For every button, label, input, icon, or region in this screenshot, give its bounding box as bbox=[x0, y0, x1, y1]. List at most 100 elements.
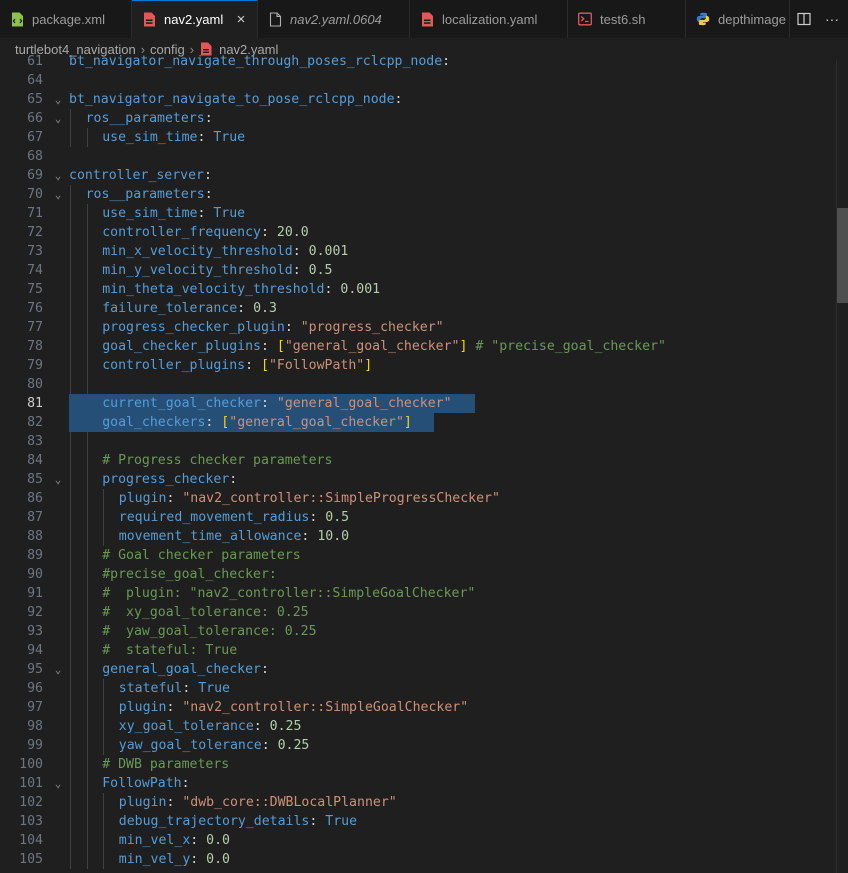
code-line[interactable]: 93 # yaw_goal_tolerance: 0.25 bbox=[0, 622, 836, 641]
tab-nav2-yaml-0604[interactable]: nav2.yaml.0604 bbox=[258, 0, 410, 38]
close-icon[interactable]: × bbox=[233, 12, 249, 28]
code-line[interactable]: 64 bbox=[0, 71, 836, 90]
fold-chevron-icon[interactable]: ⌄ bbox=[52, 109, 64, 128]
indent-guide bbox=[70, 850, 71, 869]
code-token: True bbox=[198, 681, 230, 696]
fold-chevron-icon[interactable]: ⌄ bbox=[52, 774, 64, 793]
code-text: required_movement_radius: 0.5 bbox=[119, 508, 349, 527]
code-line[interactable]: 78 goal_checker_plugins: ["general_goal_c… bbox=[0, 337, 836, 356]
code-text: progress_checker: bbox=[102, 470, 237, 489]
code-line[interactable]: 97 plugin: "nav2_controller::SimpleGoalCh… bbox=[0, 698, 836, 717]
code-line[interactable]: 102 plugin: "dwb_core::DWBLocalPlanner" bbox=[0, 793, 836, 812]
tab-nav2-yaml[interactable]: nav2.yaml × bbox=[132, 0, 258, 38]
code-line[interactable]: 79 controller_plugins: ["FollowPath"] bbox=[0, 356, 836, 375]
code-token: 0.001 bbox=[340, 282, 381, 297]
code-line[interactable]: 88 movement_time_allowance: 10.0 bbox=[0, 527, 836, 546]
code-line[interactable]: 100 # DWB parameters bbox=[0, 755, 836, 774]
split-editor-icon[interactable] bbox=[796, 11, 812, 27]
tab-package-xml[interactable]: package.xml bbox=[0, 0, 132, 38]
tab-depthimage[interactable]: depthimage bbox=[686, 0, 790, 38]
code-token: use_sim_time bbox=[102, 206, 198, 221]
indent-guide bbox=[70, 375, 71, 394]
indent-guide bbox=[70, 109, 71, 128]
code-line[interactable]: 69 ⌄ controller_server: bbox=[0, 166, 836, 185]
code-line[interactable]: 83 bbox=[0, 432, 836, 451]
fold-chevron-icon[interactable]: ⌄ bbox=[52, 166, 64, 185]
code-token: "nav2_controller::SimpleProgressChecker" bbox=[182, 491, 500, 506]
indent-guide bbox=[86, 280, 88, 299]
scrollbar-thumb[interactable] bbox=[837, 208, 848, 303]
code-token: movement_time_allowance bbox=[118, 529, 302, 544]
code-token: yaw_goal_tolerance bbox=[118, 738, 262, 753]
code-token: "general_goal_checker" bbox=[276, 396, 452, 411]
code-line[interactable]: 91 # plugin: "nav2_controller::SimpleGoal… bbox=[0, 584, 836, 603]
code-token: min_theta_velocity_threshold bbox=[102, 282, 325, 297]
code-line[interactable]: 90 #precise_goal_checker: bbox=[0, 565, 836, 584]
code-line[interactable]: 75 min_theta_velocity_threshold: 0.001 bbox=[0, 280, 836, 299]
code-line[interactable]: 98 xy_goal_tolerance: 0.25 bbox=[0, 717, 836, 736]
code-line[interactable]: 94 # stateful: True bbox=[0, 641, 836, 660]
indent-guide bbox=[103, 850, 105, 869]
code-line[interactable]: 104 min_vel_x: 0.0 bbox=[0, 831, 836, 850]
code-editor[interactable]: 61 bt_navigator_navigate_through_poses_rc… bbox=[0, 52, 836, 873]
code-line[interactable]: 85 ⌄ progress_checker: bbox=[0, 470, 836, 489]
tab-localization-yaml[interactable]: localization.yaml bbox=[410, 0, 568, 38]
code-line[interactable]: 61 bt_navigator_navigate_through_poses_rc… bbox=[0, 52, 836, 71]
vertical-scrollbar[interactable] bbox=[836, 60, 848, 873]
code-text: controller_plugins: ["FollowPath"] bbox=[102, 356, 372, 375]
code-line[interactable]: 73 min_x_velocity_threshold: 0.001 bbox=[0, 242, 836, 261]
code-token: stateful bbox=[118, 681, 183, 696]
tab-test6-sh[interactable]: test6.sh bbox=[568, 0, 686, 38]
indent-guide bbox=[70, 698, 71, 717]
line-number: 78 bbox=[27, 339, 43, 354]
code-line[interactable]: 89 # Goal checker parameters bbox=[0, 546, 836, 565]
code-line[interactable]: 84 # Progress checker parameters bbox=[0, 451, 836, 470]
code-line[interactable]: 70 ⌄ ros__parameters: bbox=[0, 185, 836, 204]
fold-chevron-icon[interactable]: ⌄ bbox=[52, 185, 64, 204]
indent-guide bbox=[86, 451, 88, 470]
indent-guide bbox=[103, 717, 105, 736]
indent-guide bbox=[70, 489, 71, 508]
code-line[interactable]: 95 ⌄ general_goal_checker: bbox=[0, 660, 836, 679]
code-line[interactable]: 76 failure_tolerance: 0.3 bbox=[0, 299, 836, 318]
code-line[interactable]: 86 plugin: "nav2_controller::SimpleProgre… bbox=[0, 489, 836, 508]
tab-label: depthimage bbox=[718, 11, 786, 27]
code-line[interactable]: 101 ⌄ FollowPath: bbox=[0, 774, 836, 793]
code-line[interactable]: 71 use_sim_time: True bbox=[0, 204, 836, 223]
code-token: FollowPath bbox=[102, 776, 182, 791]
code-line[interactable]: 68 bbox=[0, 147, 836, 166]
code-line[interactable]: 66 ⌄ ros__parameters: bbox=[0, 109, 836, 128]
line-number: 76 bbox=[27, 301, 43, 316]
code-line[interactable]: 80 bbox=[0, 375, 836, 394]
code-line[interactable]: 103 debug_trajectory_details: True bbox=[0, 812, 836, 831]
code-token: # xy_goal_tolerance: 0.25 bbox=[102, 605, 309, 620]
code-line[interactable]: 105 min_vel_y: 0.0 bbox=[0, 850, 836, 869]
code-token: 10.0 bbox=[317, 529, 350, 544]
code-line[interactable]: 81 current_goal_checker: "general_goal_ch… bbox=[0, 394, 836, 413]
indent-guide bbox=[103, 698, 105, 717]
code-line[interactable]: 74 min_y_velocity_threshold: 0.5 bbox=[0, 261, 836, 280]
line-number: 71 bbox=[27, 206, 43, 221]
code-line[interactable]: 82 goal_checkers: ["general_goal_checker"… bbox=[0, 413, 836, 432]
code-token: : bbox=[166, 795, 183, 810]
fold-chevron-icon[interactable]: ⌄ bbox=[52, 660, 64, 679]
indent-guide bbox=[70, 451, 71, 470]
code-text: controller_frequency: 20.0 bbox=[102, 223, 308, 242]
code-line[interactable]: 92 # xy_goal_tolerance: 0.25 bbox=[0, 603, 836, 622]
code-token: : bbox=[166, 700, 183, 715]
fold-chevron-icon[interactable]: ⌄ bbox=[52, 90, 64, 109]
code-line[interactable]: 96 stateful: True bbox=[0, 679, 836, 698]
line-number: 66 bbox=[27, 111, 43, 126]
line-number: 86 bbox=[27, 491, 43, 506]
indent-guide bbox=[86, 337, 88, 356]
code-token: # Goal checker parameters bbox=[102, 548, 301, 563]
line-number: 101 bbox=[19, 776, 43, 791]
code-line[interactable]: 72 controller_frequency: 20.0 bbox=[0, 223, 836, 242]
code-line[interactable]: 65 ⌄ bt_navigator_navigate_to_pose_rclcpp_… bbox=[0, 90, 836, 109]
fold-chevron-icon[interactable]: ⌄ bbox=[52, 470, 64, 489]
more-actions-icon[interactable]: ··· bbox=[824, 11, 840, 27]
code-line[interactable]: 99 yaw_goal_tolerance: 0.25 bbox=[0, 736, 836, 755]
code-line[interactable]: 87 required_movement_radius: 0.5 bbox=[0, 508, 836, 527]
code-line[interactable]: 77 progress_checker_plugin: "progress_che… bbox=[0, 318, 836, 337]
code-line[interactable]: 67 use_sim_time: True bbox=[0, 128, 836, 147]
